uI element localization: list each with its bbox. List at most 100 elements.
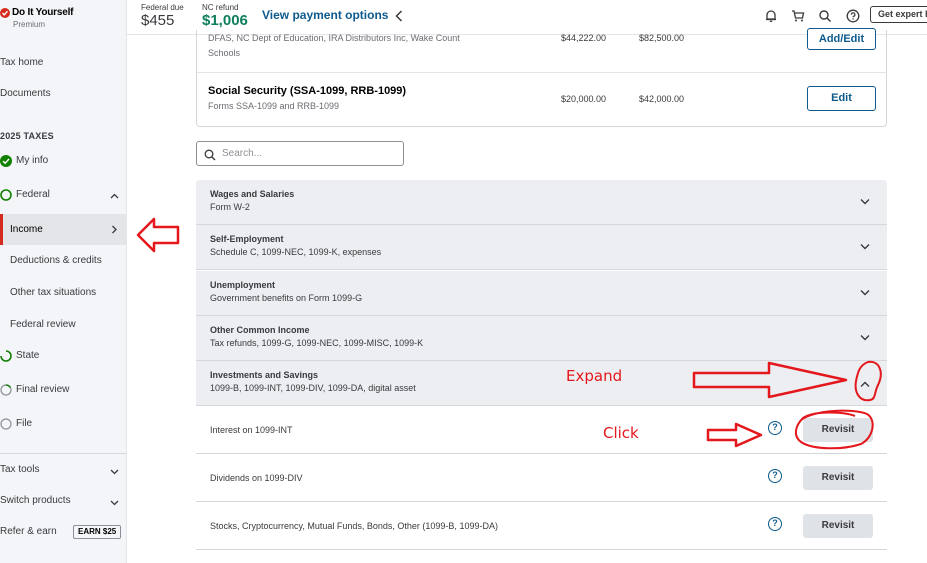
step-federal-label: Federal xyxy=(16,189,50,200)
row-payers-cont: Schools xyxy=(208,48,241,58)
nav-documents[interactable]: Documents xyxy=(0,88,51,99)
accordion-subtitle: Tax refunds, 1099-G, 1099-NEC, 1099-MISC… xyxy=(210,338,424,348)
chevron-down-icon xyxy=(110,467,119,475)
sidebar-item-other-label: Other tax situations xyxy=(10,287,97,298)
help-question-icon[interactable]: ? xyxy=(768,517,782,531)
search-placeholder: Search... xyxy=(222,148,263,159)
tax-tools-label: Tax tools xyxy=(0,464,40,475)
step-my-info-label: My info xyxy=(16,155,49,166)
amount-cell: $44,222.00 xyxy=(561,33,607,43)
accordion-title: Other Common Income xyxy=(210,325,310,335)
amount-cell: $42,000.00 xyxy=(639,94,685,104)
sidebar-switch-products[interactable]: Switch products xyxy=(0,495,126,509)
collapse-back-icon[interactable] xyxy=(395,9,403,27)
accordion-subtitle: Schedule C, 1099-NEC, 1099-K, expenses xyxy=(210,247,382,257)
accordion-subtitle: Form W-2 xyxy=(210,202,250,212)
check-complete-icon xyxy=(0,155,12,167)
row-dividends-1099-div: Dividends on 1099-DIV ? Revisit xyxy=(196,454,887,502)
row-interest-1099-int: Interest on 1099-INT ? Revisit xyxy=(196,406,887,454)
sidebar-item-federal-review-label: Federal review xyxy=(10,319,76,330)
brand-name: Do It Yourself xyxy=(12,7,74,18)
annotation-arrow-left-icon xyxy=(136,217,180,253)
accordion-wages[interactable]: Wages and Salaries Form W-2 xyxy=(196,180,887,225)
nav-tax-home[interactable]: Tax home xyxy=(0,57,43,68)
help-question-icon[interactable]: ? xyxy=(768,469,782,483)
empty-ring-icon xyxy=(0,418,12,430)
accordion-subtitle: 1099-B, 1099-INT, 1099-DIV, 1099-DA, dig… xyxy=(210,383,416,393)
revisit-button[interactable]: Revisit xyxy=(803,466,873,490)
accordion-title: Self-Employment xyxy=(210,234,284,244)
chevron-up-icon xyxy=(110,191,119,199)
amount-cell: $20,000.00 xyxy=(561,94,607,104)
nav-refer-earn[interactable]: Refer & earn xyxy=(0,526,57,537)
accordion-self-employment[interactable]: Self-Employment Schedule C, 1099-NEC, 10… xyxy=(196,225,887,270)
step-final-review-label: Final review xyxy=(16,384,70,395)
income-summary-card: DFAS, NC Dept of Education, IRA Distribu… xyxy=(196,28,887,127)
federal-due-amount: $455 xyxy=(141,12,175,29)
row-label: Stocks, Cryptocurrency, Mutual Funds, Bo… xyxy=(210,521,498,531)
search-icon[interactable] xyxy=(818,9,832,23)
get-expert-help-button[interactable]: Get expert help xyxy=(870,6,927,23)
step-state-label: State xyxy=(16,350,40,361)
sidebar-item-deductions[interactable]: Deductions & credits xyxy=(0,255,126,269)
step-file[interactable]: File xyxy=(0,417,126,433)
section-title-2025-taxes: 2025 TAXES xyxy=(0,131,54,141)
help-circle-icon[interactable] xyxy=(846,9,860,23)
sidebar-tax-tools[interactable]: Tax tools xyxy=(0,464,126,478)
brand[interactable]: Do It Yourself Premium xyxy=(0,7,126,37)
accordion-unemployment[interactable]: Unemployment Government benefits on Form… xyxy=(196,271,887,316)
sidebar-item-income[interactable]: Income xyxy=(0,214,126,245)
search-icon xyxy=(204,148,216,166)
federal-due-label: Federal due xyxy=(141,3,184,12)
progress-ring-icon xyxy=(0,189,12,201)
row-stocks-crypto: Stocks, Cryptocurrency, Mutual Funds, Bo… xyxy=(196,502,887,550)
accordion-investments-savings[interactable]: Investments and Savings 1099-B, 1099-INT… xyxy=(196,361,887,406)
earn-badge[interactable]: EARN $25 xyxy=(73,525,122,539)
federal-due: Federal due $455 xyxy=(141,3,184,29)
step-my-info[interactable]: My info xyxy=(0,154,126,170)
sidebar-item-other-tax-situations[interactable]: Other tax situations xyxy=(0,287,126,301)
sidebar-item-federal-review[interactable]: Federal review xyxy=(0,319,126,333)
help-question-icon[interactable]: ? xyxy=(768,421,782,435)
row-payers: DFAS, NC Dept of Education, IRA Distribu… xyxy=(208,33,460,43)
checkmark-logo-icon xyxy=(0,8,10,18)
social-security-subtitle: Forms SSA-1099 and RRB-1099 xyxy=(208,101,340,111)
accordion-other-common-income[interactable]: Other Common Income Tax refunds, 1099-G,… xyxy=(196,316,887,361)
revisit-button[interactable]: Revisit xyxy=(803,514,873,538)
nc-refund: NC refund $1,006 xyxy=(202,3,248,29)
chevron-down-icon xyxy=(110,498,119,506)
chevron-right-icon xyxy=(111,225,119,234)
dashed-ring-icon xyxy=(0,384,12,396)
step-final-review[interactable]: Final review xyxy=(0,383,126,399)
annotation-click: Click xyxy=(603,424,639,442)
accordion-title: Wages and Salaries xyxy=(210,189,295,199)
chevron-down-icon xyxy=(860,328,870,346)
step-file-label: File xyxy=(16,418,33,429)
cart-icon[interactable] xyxy=(791,9,805,23)
view-payment-options-link[interactable]: View payment options xyxy=(262,8,388,22)
brand-tier: Premium xyxy=(13,20,46,29)
chevron-down-icon xyxy=(860,283,870,301)
step-federal[interactable]: Federal xyxy=(0,188,126,204)
accordion-subtitle: Government benefits on Form 1099-G xyxy=(210,293,363,303)
edit-button[interactable]: Edit xyxy=(807,86,876,111)
sidebar-item-income-label: Income xyxy=(10,224,43,235)
add-edit-button[interactable]: Add/Edit xyxy=(807,28,876,50)
search-input[interactable]: Search... xyxy=(196,141,404,166)
chevron-down-icon xyxy=(860,237,870,255)
nc-refund-amount: $1,006 xyxy=(202,12,248,29)
accordion-title: Investments and Savings xyxy=(210,370,319,380)
bell-icon[interactable] xyxy=(764,9,778,23)
sidebar: Do It Yourself Premium Tax home Document… xyxy=(0,0,127,563)
accordion-title: Unemployment xyxy=(210,280,276,290)
sidebar-divider xyxy=(0,453,126,454)
row-label: Interest on 1099-INT xyxy=(210,425,293,435)
row-divider xyxy=(197,72,886,73)
sidebar-item-deductions-label: Deductions & credits xyxy=(10,255,102,266)
step-state[interactable]: State xyxy=(0,349,126,365)
social-security-title: Social Security (SSA-1099, RRB-1099) xyxy=(208,85,407,97)
revisit-button[interactable]: Revisit xyxy=(803,418,873,442)
nc-refund-label: NC refund xyxy=(202,3,239,12)
amount-cell: $82,500.00 xyxy=(639,33,685,43)
row-label: Dividends on 1099-DIV xyxy=(210,473,303,483)
